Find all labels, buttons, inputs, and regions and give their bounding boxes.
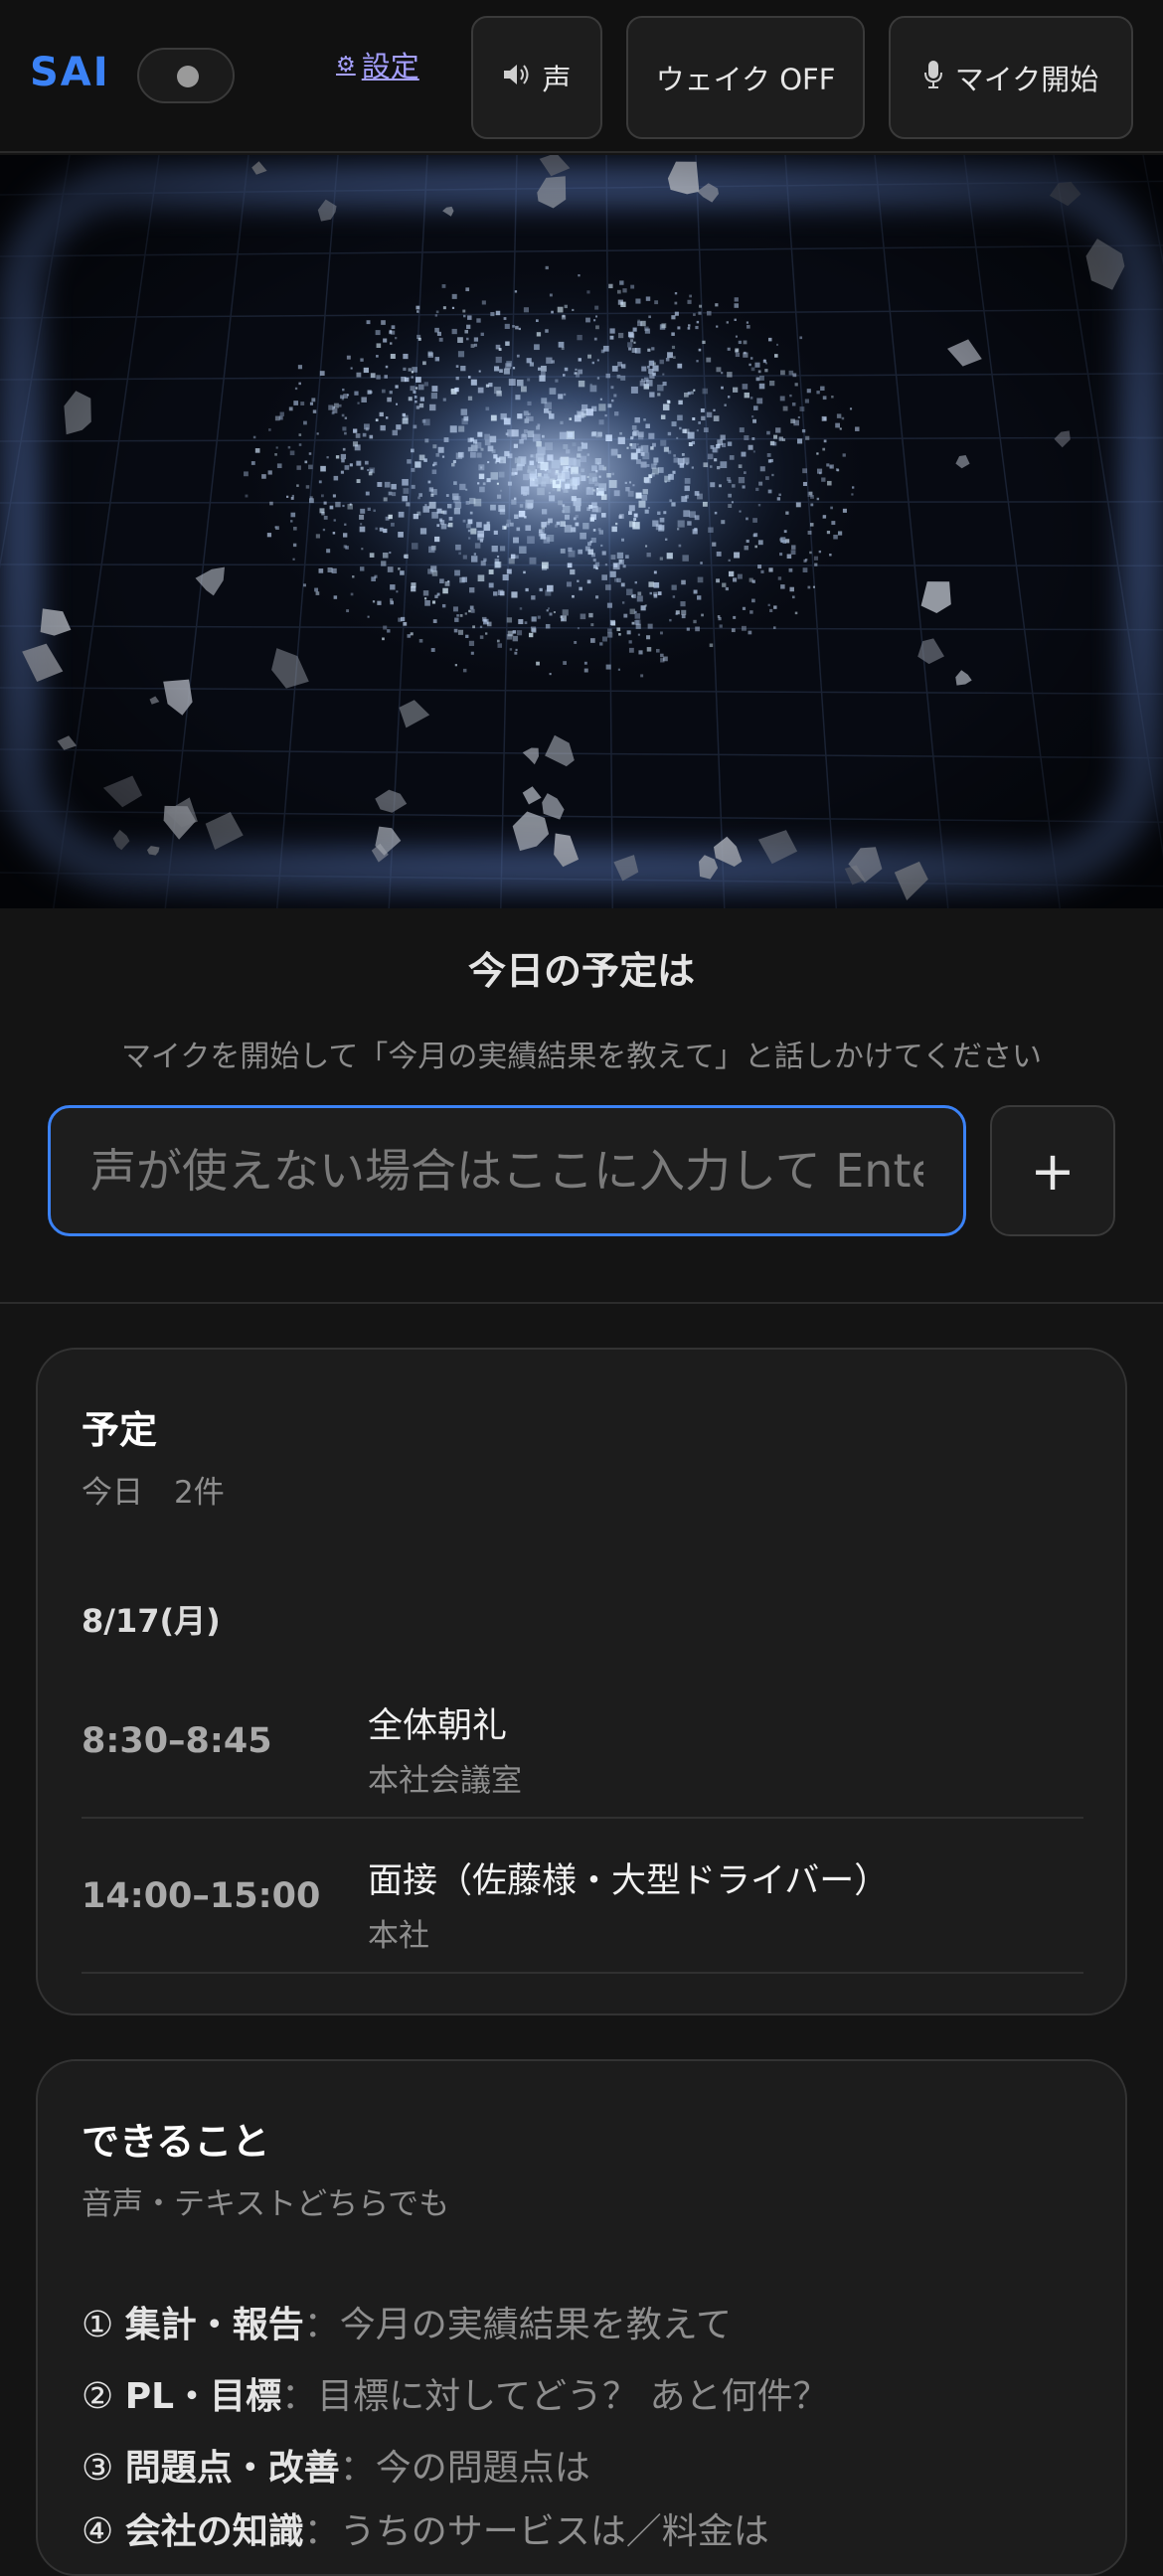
gear-icon: ⚙: [336, 52, 356, 78]
app-header: SAI ⚙ 設定 声 ウェイク OFF マイク開始: [0, 0, 1163, 153]
event-time: 8:30–8:45: [82, 1721, 272, 1761]
section-divider: [0, 1302, 1163, 1304]
event-location: 本社: [368, 1918, 429, 1954]
ability-name: PL・目標: [124, 2376, 282, 2417]
ability-item: ③ 問題点・改善：今の問題点は: [82, 2448, 590, 2489]
ability-number: ①: [82, 2305, 114, 2345]
event-location: 本社会議室: [368, 1763, 522, 1799]
schedule-event[interactable]: 8:30–8:45 全体朝礼 本社会議室: [82, 1664, 1083, 1819]
ability-name: 集計・報告: [124, 2305, 304, 2345]
ability-name: 会社の知識: [124, 2511, 304, 2552]
particle-cloud: [0, 155, 1163, 908]
ability-number: ④: [82, 2511, 114, 2552]
schedule-subtitle: 今日 2件: [82, 1475, 225, 1511]
schedule-card: 予定 今日 2件 8/17(月) 8:30–8:45 全体朝礼 本社会議室 14…: [36, 1348, 1127, 2015]
ability-example: 今の問題点は: [375, 2448, 590, 2489]
ability-example: 今月の実績結果を教えて: [339, 2305, 732, 2345]
voice-label: 声: [542, 63, 572, 96]
event-time: 14:00–15:00: [82, 1876, 321, 1916]
text-input[interactable]: [48, 1105, 966, 1236]
event-title: 全体朝礼: [368, 1706, 508, 1746]
add-button[interactable]: +: [990, 1105, 1115, 1236]
schedule-date: 8/17(月): [82, 1602, 221, 1640]
ability-example: 目標に対してどう？ あと何件？: [317, 2376, 829, 2417]
schedule-event[interactable]: 14:00–15:00 面接（佐藤様・大型ドライバー） 本社: [82, 1819, 1083, 1974]
wake-label: ウェイク OFF: [655, 63, 836, 96]
ability-number: ②: [82, 2376, 114, 2417]
voice-visualizer: [0, 155, 1163, 908]
prompt-title: 今日の予定は: [467, 949, 695, 993]
voice-button[interactable]: 声: [471, 16, 602, 139]
microphone-icon: [923, 60, 943, 96]
mic-label: マイク開始: [954, 63, 1099, 96]
ability-item: ② PL・目標：目標に対してどう？ あと何件？: [82, 2376, 829, 2417]
event-title: 面接（佐藤様・大型ドライバー）: [368, 1861, 890, 1901]
abilities-title: できること: [82, 2120, 270, 2164]
speaker-icon: [502, 62, 530, 94]
settings-label: 設定: [361, 50, 419, 83]
ability-item: ① 集計・報告：今月の実績結果を教えて: [82, 2305, 732, 2345]
abilities-card: できること 音声・テキストどちらでも ① 集計・報告：今月の実績結果を教えて ②…: [36, 2059, 1127, 2576]
app-logo: SAI: [30, 50, 110, 95]
prompt-hint: マイクを開始して「今月の実績結果を教えて」と話しかけてください: [120, 1040, 1043, 1074]
ability-item: ④ 会社の知識：うちのサービスは／料金は: [82, 2511, 769, 2552]
ability-name: 問題点・改善: [124, 2448, 340, 2489]
mic-start-button[interactable]: マイク開始: [889, 16, 1133, 139]
schedule-title: 予定: [82, 1408, 158, 1452]
ability-number: ③: [82, 2448, 114, 2489]
ability-example: うちのサービスは／料金は: [339, 2511, 769, 2552]
settings-link[interactable]: ⚙ 設定: [336, 44, 419, 85]
toggle-knob: [177, 66, 199, 87]
abilities-subtitle: 音声・テキストどちらでも: [82, 2186, 450, 2222]
wake-word-button[interactable]: ウェイク OFF: [626, 16, 865, 139]
mode-toggle[interactable]: [137, 48, 235, 103]
